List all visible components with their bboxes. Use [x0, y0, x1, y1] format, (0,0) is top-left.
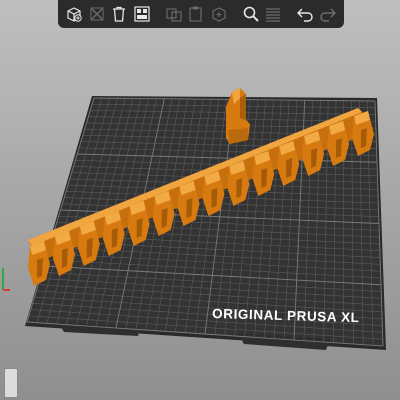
layers-button[interactable]: [263, 3, 284, 25]
undo-icon: [297, 8, 313, 22]
arrange-icon: [134, 6, 150, 22]
layers-icon: [266, 8, 281, 22]
search-button[interactable]: [241, 3, 262, 25]
redo-button[interactable]: [318, 3, 339, 25]
redo-icon: [320, 8, 336, 22]
delete-all-button[interactable]: [109, 3, 130, 25]
add-button[interactable]: [64, 3, 85, 25]
add-cube-icon: [67, 7, 82, 22]
view-toolbar-button[interactable]: [4, 368, 18, 398]
3d-viewport[interactable]: ORIGINAL PRUSA XL: [0, 0, 400, 400]
delete-icon: [90, 7, 104, 21]
add-instance-icon: [212, 7, 226, 22]
copy-icon: [166, 8, 182, 22]
add-instance-button[interactable]: [209, 3, 230, 25]
paste-icon: [189, 6, 202, 22]
paste-button[interactable]: [186, 3, 207, 25]
search-icon: [243, 6, 259, 22]
trash-icon: [113, 6, 126, 22]
delete-button[interactable]: [87, 3, 108, 25]
axis-gizmo: [0, 262, 10, 292]
undo-button[interactable]: [295, 3, 316, 25]
arrange-button[interactable]: [132, 3, 153, 25]
top-toolbar: [58, 0, 344, 28]
copy-button[interactable]: [164, 3, 185, 25]
